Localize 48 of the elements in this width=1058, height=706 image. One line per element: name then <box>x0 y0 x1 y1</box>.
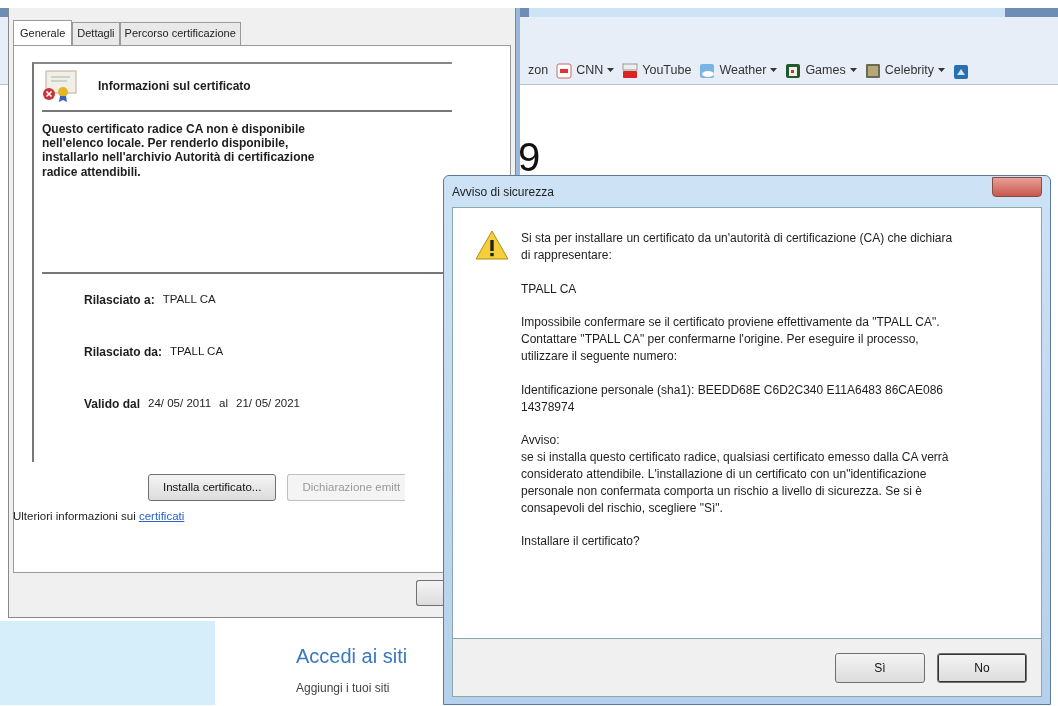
bookmark-icon <box>785 62 802 79</box>
bookmark-link[interactable]: Celebrity <box>864 61 945 80</box>
certificate-message: Questo certificato radice CA non è disponibile nell'elenco locale. Per renderlo disponibile, installarlo nell'archivio Autorità di certificazione radice attendibili. <box>42 121 316 181</box>
dialog-text: Si sta per installare un certificato da un'autorità di certificazione (CA) che dichiara di rappresentare: <box>521 230 954 264</box>
dialog-text: se si installa questo certificato radice, qualsiasi certificato emesso dalla CA verrà considerato attendibile. L'installazione di un certificato con un"identificazione personale non confermata comporta un rischio a livello di sicurezza. Se si è consapevoli del rischio, scegliere "Sì". <box>521 449 950 517</box>
bookmark-icon <box>864 62 881 79</box>
field-value: 24/ 05/ 2011 <box>148 395 212 411</box>
dialog-button[interactable]: Sì <box>835 652 925 683</box>
tab[interactable]: Percorso certificazione <box>119 22 241 45</box>
bookmark-link[interactable]: YouTube <box>622 61 692 80</box>
bookmark-icon <box>556 62 573 79</box>
caret-icon <box>849 68 857 74</box>
dialog-text: Installare il certificato? <box>521 533 641 551</box>
tab[interactable]: Dettagli <box>72 22 120 45</box>
warning-icon <box>475 230 509 260</box>
bookmark-icon <box>622 62 639 79</box>
field-value: TPALL CA <box>170 343 224 359</box>
bookmark-link[interactable]: CNN <box>556 61 615 80</box>
bookmark-link[interactable]: Weather <box>699 61 778 80</box>
dialog-button[interactable]: Installa certificato... <box>148 473 277 501</box>
field-label: Rilasciato da: <box>84 343 163 361</box>
bookmark-link[interactable]: Games <box>785 61 857 80</box>
section-heading: Informazioni sul certificato <box>98 77 251 95</box>
field-label: Valido dal <box>84 395 140 413</box>
help-link[interactable]: certificati <box>138 509 185 522</box>
section-text: Aggiungi i tuoi siti <box>296 680 391 697</box>
window-title: Avviso di sicurezza <box>452 183 554 201</box>
dialog-text: TPALL CA <box>521 280 578 298</box>
dialog-text: Avviso: <box>521 432 561 450</box>
bookmark-link[interactable]: zon <box>528 61 549 80</box>
dialog-button[interactable] <box>416 580 444 606</box>
field-connector: al <box>219 395 229 411</box>
dialog-text: Impossibile confermare se il certificato proviene effettivamente da "TPALL CA". Contattare "TPALL CA" per confermarne l'origine. Per eseguire il processo, utilizzare il seguente numero: <box>521 314 941 365</box>
caret-icon <box>938 68 945 74</box>
field-value: TPALL CA <box>162 291 216 307</box>
field-value: 21/ 05/ 2021 <box>236 395 300 411</box>
bookmark-icon[interactable] <box>953 64 969 80</box>
caret-icon <box>607 68 615 74</box>
dialog-button[interactable]: No <box>937 652 1027 683</box>
caret-icon <box>770 68 778 74</box>
dialog-text: Identificazione personale (sha1): BEEDD68E C6D2C340 E11A6483 86CAE086 14378974 <box>521 381 945 416</box>
close-button[interactable] <box>992 176 1042 197</box>
section-title: Accedi ai siti <box>296 644 408 669</box>
certificate-icon <box>42 69 78 102</box>
page-text: 9 <box>518 134 542 177</box>
field-label: Rilasciato a: <box>84 291 155 309</box>
bookmark-icon <box>699 62 716 79</box>
tab[interactable]: Generale <box>13 20 73 46</box>
